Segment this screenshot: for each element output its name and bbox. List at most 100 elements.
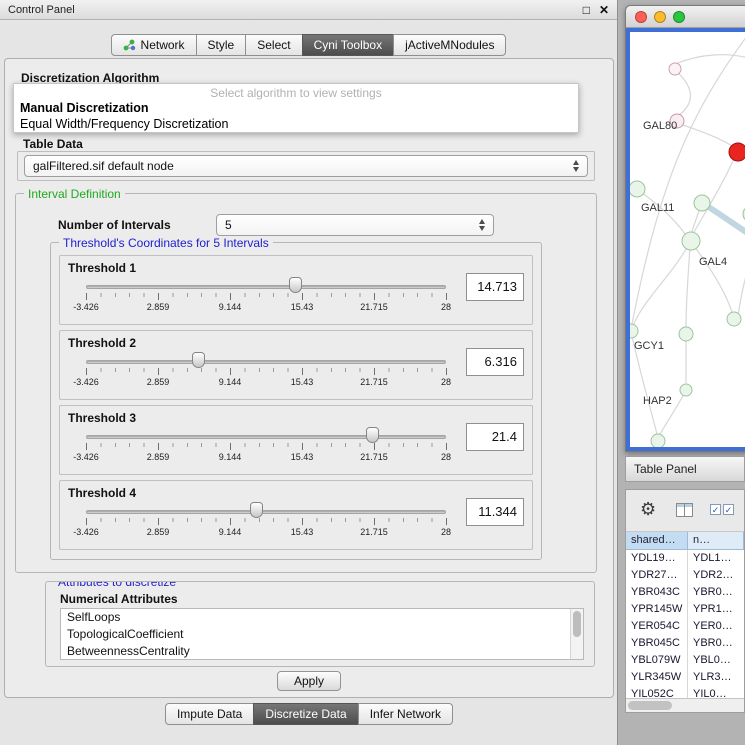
cell[interactable]: YDL19… xyxy=(626,550,688,567)
scale-label: 9.144 xyxy=(206,452,254,462)
interval-definition-group: Interval Definition Number of Intervals … xyxy=(15,193,597,573)
threshold-4-value-field[interactable]: 11.344 xyxy=(466,498,524,526)
float-window-icon[interactable]: □ xyxy=(583,4,590,16)
cell[interactable]: YBR043C xyxy=(626,584,688,601)
tab-network[interactable]: Network xyxy=(111,34,197,56)
cell[interactable]: YER0… xyxy=(688,618,744,635)
network-window-titlebar[interactable] xyxy=(626,6,745,28)
cyni-toolbox-panel: Discretization Algorithm Select algorith… xyxy=(4,58,614,698)
threshold-2-slider[interactable]: -3.426 2.859 9.144 15.43 21.715 28 xyxy=(86,351,448,395)
tab-cyni-toolbox[interactable]: Cyni Toolbox xyxy=(302,34,394,56)
node-label: GCY1 xyxy=(634,340,664,352)
column-header-name[interactable]: n… xyxy=(688,532,744,550)
cell[interactable]: YBR0… xyxy=(688,635,744,652)
table-row[interactable]: YDR27…YDR2… xyxy=(626,567,744,584)
cell[interactable]: YPR145W xyxy=(626,601,688,618)
threshold-4-slider[interactable]: -3.426 2.859 9.144 15.43 21.715 28 xyxy=(86,501,448,545)
network-canvas[interactable]: GAL80 GAL11 GAL4 GCY1 HAP2 xyxy=(626,28,745,451)
threshold-2-value-field[interactable]: 6.316 xyxy=(466,348,524,376)
slider-track[interactable] xyxy=(86,435,446,439)
scale-label: 2.859 xyxy=(134,377,182,387)
scrollbar-thumb[interactable] xyxy=(573,611,581,637)
column-selector-icon[interactable] xyxy=(676,503,693,517)
table-row[interactable]: YBL079WYBL0… xyxy=(626,652,744,669)
dropdown-item-equal-width[interactable]: Equal Width/Frequency Discretization xyxy=(14,116,578,132)
network-node-gal11[interactable] xyxy=(694,195,710,211)
network-node[interactable] xyxy=(679,327,693,341)
scale-label: -3.426 xyxy=(62,527,110,537)
table-row[interactable]: YPR145WYPR1… xyxy=(626,601,744,618)
tab-jactivemnodules[interactable]: jActiveMNodules xyxy=(393,34,506,56)
network-node-gal4[interactable] xyxy=(682,232,700,250)
slider-track[interactable] xyxy=(86,360,446,364)
network-node[interactable] xyxy=(669,63,681,75)
selected-node[interactable] xyxy=(729,143,745,161)
scale-label: 21.715 xyxy=(350,527,398,537)
cell[interactable]: YDL1… xyxy=(688,550,744,567)
network-node-hap2[interactable] xyxy=(680,384,692,396)
slider-thumb[interactable] xyxy=(289,277,302,293)
slider-major-ticks xyxy=(86,518,447,525)
checkbox-icon[interactable]: ✓ xyxy=(723,504,734,515)
table-row[interactable]: YER054CYER0… xyxy=(626,618,744,635)
cell[interactable]: YER054C xyxy=(626,618,688,635)
attributes-group: Attributes to discretize Numerical Attri… xyxy=(45,581,595,667)
cell[interactable]: YDR27… xyxy=(626,567,688,584)
table-row[interactable]: YDL19…YDL1… xyxy=(626,550,744,567)
threshold-4-label: Threshold 4 xyxy=(68,486,136,500)
slider-thumb[interactable] xyxy=(250,502,263,518)
threshold-3-slider[interactable]: -3.426 2.859 9.144 15.43 21.715 28 xyxy=(86,426,448,470)
gear-icon[interactable]: ⚙ xyxy=(640,499,656,519)
minimize-traffic-light[interactable] xyxy=(654,11,666,23)
tab-impute-data[interactable]: Impute Data xyxy=(165,703,254,725)
horizontal-scrollbar[interactable] xyxy=(626,698,744,712)
cell[interactable]: YBR0… xyxy=(688,584,744,601)
number-of-intervals-combobox[interactable]: 5 xyxy=(216,214,494,236)
table-data-combobox[interactable]: galFiltered.sif default node xyxy=(24,155,588,177)
table-row[interactable]: YBR045CYBR0… xyxy=(626,635,744,652)
apply-button[interactable]: Apply xyxy=(277,671,341,691)
cell[interactable]: YBL0… xyxy=(688,652,744,669)
cell[interactable]: YBL079W xyxy=(626,652,688,669)
node-label: GAL11 xyxy=(641,202,674,214)
column-header-shared-name[interactable]: shared… xyxy=(626,532,688,550)
column-visibility-icons[interactable]: ✓ ✓ xyxy=(710,504,734,515)
table-header-row: shared… n… xyxy=(626,532,744,550)
threshold-1-value-field[interactable]: 14.713 xyxy=(466,273,524,301)
slider-track[interactable] xyxy=(86,510,446,514)
close-traffic-light[interactable] xyxy=(635,11,647,23)
tab-select[interactable]: Select xyxy=(245,34,302,56)
network-node[interactable] xyxy=(630,181,645,197)
table-row[interactable]: YLR345WYLR3… xyxy=(626,669,744,686)
network-node-gcy1[interactable] xyxy=(630,324,638,338)
tab-cyni-toolbox-label: Cyni Toolbox xyxy=(314,38,382,52)
zoom-traffic-light[interactable] xyxy=(673,11,685,23)
network-view-window: GAL80 GAL11 GAL4 GCY1 HAP2 xyxy=(625,5,745,452)
tab-infer-network[interactable]: Infer Network xyxy=(358,703,453,725)
cell[interactable]: YDR2… xyxy=(688,567,744,584)
cell[interactable]: YPR1… xyxy=(688,601,744,618)
tab-impute-data-label: Impute Data xyxy=(177,707,242,721)
threshold-1-slider[interactable]: -3.426 2.859 9.144 15.43 21.715 28 xyxy=(86,276,448,320)
slider-track[interactable] xyxy=(86,285,446,289)
threshold-3-value-field[interactable]: 21.4 xyxy=(466,423,524,451)
slider-thumb[interactable] xyxy=(192,352,205,368)
tab-style[interactable]: Style xyxy=(196,34,247,56)
cell[interactable]: YLR3… xyxy=(688,669,744,686)
close-icon[interactable]: ✕ xyxy=(599,4,609,16)
table-row[interactable]: YBR043CYBR0… xyxy=(626,584,744,601)
node-labels: GAL80 GAL11 GAL4 GCY1 HAP2 xyxy=(634,120,727,407)
slider-thumb[interactable] xyxy=(366,427,379,443)
checkbox-icon[interactable]: ✓ xyxy=(710,504,721,515)
list-scrollbar[interactable] xyxy=(570,609,583,659)
network-node[interactable] xyxy=(727,312,741,326)
list-item[interactable]: TopologicalCoefficient xyxy=(61,626,583,643)
network-node[interactable] xyxy=(651,434,665,448)
list-item[interactable]: SelfLoops xyxy=(61,609,583,626)
cell[interactable]: YBR045C xyxy=(626,635,688,652)
scrollbar-thumb[interactable] xyxy=(628,701,672,710)
list-item[interactable]: BetweennessCentrality xyxy=(61,643,583,660)
cell[interactable]: YLR345W xyxy=(626,669,688,686)
tab-discretize-data[interactable]: Discretize Data xyxy=(253,703,358,725)
dropdown-item-manual-discretization[interactable]: Manual Discretization xyxy=(14,100,578,116)
